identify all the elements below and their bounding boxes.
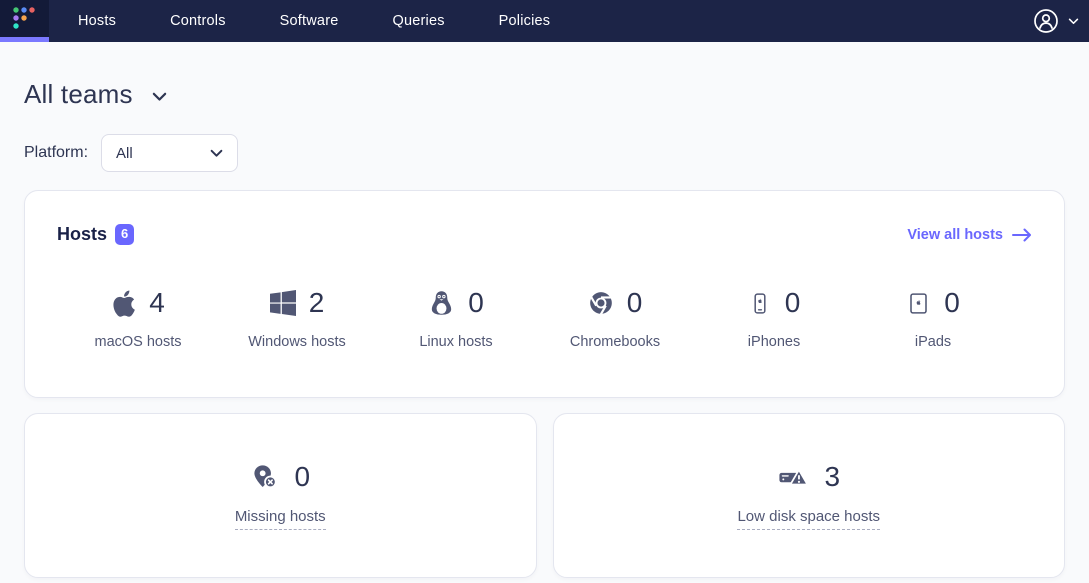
- account-menu[interactable]: [1033, 0, 1089, 42]
- iphone-icon: [748, 290, 772, 317]
- stat-tile-chromebooks[interactable]: 0 Chromebooks: [560, 287, 670, 350]
- summary-cards-row: 0 Missing hosts 3 Low disk spa: [24, 413, 1065, 578]
- chevron-down-icon: [152, 92, 167, 102]
- macos-host-count: 4: [149, 287, 165, 319]
- stat-tile-windows[interactable]: 2 Windows hosts: [242, 287, 352, 350]
- ipad-icon: [906, 290, 931, 317]
- ipads-label: iPads: [915, 334, 951, 350]
- platform-filter-value: All: [116, 145, 133, 162]
- platform-filter-select[interactable]: All: [101, 134, 238, 172]
- top-navigation: Hosts Controls Software Queries Policies: [0, 0, 1089, 42]
- apple-icon: [111, 289, 136, 317]
- stat-tile-macos[interactable]: 4 macOS hosts: [83, 287, 193, 350]
- team-selector[interactable]: All teams: [24, 79, 1065, 110]
- nav-item-policies[interactable]: Policies: [499, 13, 551, 29]
- windows-hosts-label: Windows hosts: [248, 334, 346, 350]
- chromebooks-label: Chromebooks: [570, 334, 660, 350]
- platform-filter-row: Platform: All: [24, 134, 1065, 172]
- nav-item-controls[interactable]: Controls: [170, 13, 226, 29]
- hosts-summary-card: Hosts 6 View all hosts 4 macOS hosts: [24, 190, 1065, 398]
- missing-hosts-label[interactable]: Missing hosts: [235, 508, 326, 530]
- linux-hosts-label: Linux hosts: [419, 334, 492, 350]
- chrome-icon: [588, 290, 614, 316]
- low-disk-space-icon: [777, 464, 810, 490]
- linux-icon: [428, 289, 455, 317]
- linux-host-count: 0: [468, 287, 484, 319]
- chevron-down-icon: [210, 149, 223, 158]
- platform-filter-label: Platform:: [24, 144, 88, 162]
- hosts-card-title: Hosts: [57, 224, 107, 245]
- missing-host-icon: [250, 463, 280, 491]
- iphones-label: iPhones: [748, 334, 800, 350]
- hosts-count-badge: 6: [115, 224, 134, 245]
- fleet-logo[interactable]: [0, 0, 49, 42]
- iphone-count: 0: [785, 287, 801, 319]
- user-avatar-icon: [1033, 8, 1059, 34]
- view-all-hosts-label: View all hosts: [907, 227, 1003, 243]
- low-disk-space-label[interactable]: Low disk space hosts: [737, 508, 880, 530]
- low-disk-space-card: 3 Low disk space hosts: [553, 413, 1066, 578]
- windows-icon: [270, 290, 296, 316]
- view-all-hosts-link[interactable]: View all hosts: [907, 227, 1032, 243]
- chevron-down-icon: [1068, 18, 1079, 25]
- macos-hosts-label: macOS hosts: [94, 334, 181, 350]
- chromebook-count: 0: [627, 287, 643, 319]
- arrow-right-icon: [1012, 228, 1032, 242]
- team-selector-label: All teams: [24, 79, 133, 110]
- hosts-card-header: Hosts 6 View all hosts: [57, 224, 1032, 245]
- nav-item-software[interactable]: Software: [280, 13, 339, 29]
- stat-tile-iphones[interactable]: 0 iPhones: [719, 287, 829, 350]
- missing-hosts-count: 0: [294, 461, 310, 493]
- stat-tile-ipads[interactable]: 0 iPads: [878, 287, 988, 350]
- missing-hosts-card: 0 Missing hosts: [24, 413, 537, 578]
- low-disk-space-count: 3: [824, 461, 840, 493]
- platform-stats-row: 4 macOS hosts 2 Windows hosts: [57, 287, 1032, 350]
- windows-host-count: 2: [309, 287, 325, 319]
- stat-tile-linux[interactable]: 0 Linux hosts: [401, 287, 511, 350]
- dashboard-page: All teams Platform: All Hosts 6 View all…: [0, 79, 1089, 578]
- nav-item-hosts[interactable]: Hosts: [78, 13, 116, 29]
- nav-item-queries[interactable]: Queries: [393, 13, 445, 29]
- fleet-logo-icon: [12, 6, 38, 32]
- main-nav: Hosts Controls Software Queries Policies: [49, 0, 550, 42]
- ipad-count: 0: [944, 287, 960, 319]
